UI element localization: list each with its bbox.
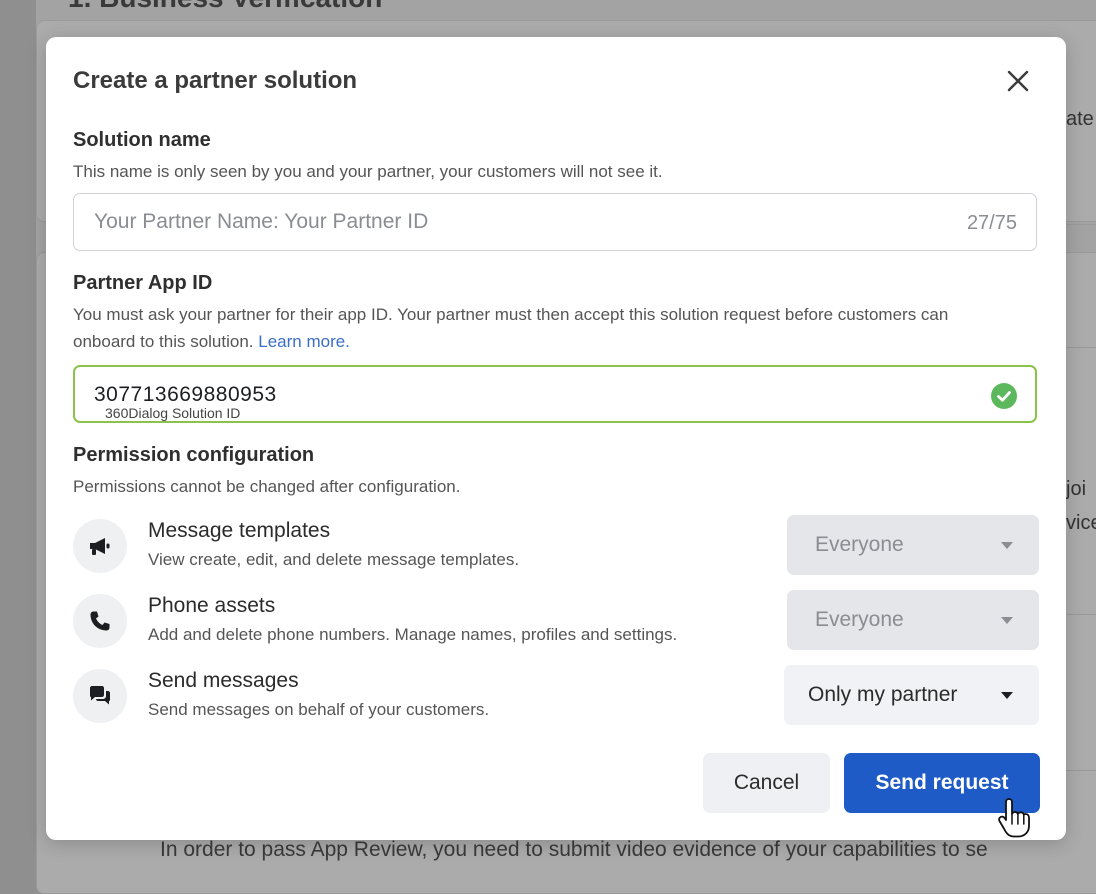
chat-bubbles-icon bbox=[73, 669, 127, 723]
permission-description: View create, edit, and delete message te… bbox=[148, 550, 520, 569]
background-divider bbox=[1066, 224, 1096, 225]
solution-name-description: This name is only seen by you and your p… bbox=[73, 162, 663, 181]
select-value: Only my partner bbox=[808, 683, 958, 706]
close-icon bbox=[1007, 70, 1029, 92]
check-circle-icon bbox=[991, 383, 1017, 409]
select-value: Everyone bbox=[815, 533, 904, 556]
partner-app-id-description-text: You must ask your partner for their app … bbox=[73, 305, 949, 351]
solution-name-placeholder: Your Partner Name: Your Partner ID bbox=[94, 210, 429, 233]
dialog-title: Create a partner solution bbox=[73, 67, 358, 94]
background-divider bbox=[1066, 347, 1096, 348]
permission-row-message-templates: Message templates View create, edit, and… bbox=[73, 515, 1039, 577]
permission-row-send-messages: Send messages Send messages on behalf of… bbox=[73, 665, 1039, 727]
send-messages-select[interactable]: Only my partner bbox=[784, 665, 1039, 725]
background-text-fragment: joi bbox=[1066, 478, 1087, 500]
partner-app-id-label: Partner App ID bbox=[73, 272, 213, 294]
permission-title: Phone assets bbox=[148, 594, 276, 617]
permission-description: Add and delete phone numbers. Manage nam… bbox=[148, 625, 678, 644]
permission-configuration-description: Permissions cannot be changed after conf… bbox=[73, 477, 461, 496]
megaphone-icon bbox=[73, 519, 127, 573]
solution-name-input[interactable]: Your Partner Name: Your Partner ID 27/75 bbox=[73, 193, 1037, 251]
partner-app-id-input[interactable]: 307713669880953 360Dialog Solution ID bbox=[73, 365, 1037, 423]
hand-pointer-cursor-icon bbox=[998, 798, 1030, 838]
create-partner-solution-dialog: Create a partner solution Solution name … bbox=[46, 37, 1066, 840]
background-bottom-text: In order to pass App Review, you need to… bbox=[160, 838, 988, 861]
message-templates-select[interactable]: Everyone bbox=[787, 515, 1039, 575]
character-counter: 27/75 bbox=[966, 212, 1017, 234]
solution-name-label: Solution name bbox=[73, 129, 211, 151]
background-text-fragment: ate bbox=[1066, 108, 1094, 130]
phone-icon bbox=[73, 594, 127, 648]
partner-app-id-annotation: 360Dialog Solution ID bbox=[105, 405, 241, 421]
select-value: Everyone bbox=[815, 608, 904, 631]
caret-down-icon bbox=[1001, 692, 1013, 699]
cancel-button[interactable]: Cancel bbox=[703, 753, 830, 813]
learn-more-link[interactable]: Learn more. bbox=[258, 332, 350, 351]
permission-title: Message templates bbox=[148, 519, 331, 542]
background-text-fragment: vice bbox=[1066, 512, 1096, 534]
background-divider bbox=[1066, 770, 1096, 771]
background-divider bbox=[1066, 614, 1096, 615]
permission-configuration-label: Permission configuration bbox=[73, 444, 315, 466]
permission-title: Send messages bbox=[148, 669, 299, 692]
partner-app-id-description: You must ask your partner for their app … bbox=[73, 301, 1013, 355]
partner-app-id-value: 307713669880953 bbox=[94, 383, 277, 406]
phone-assets-select[interactable]: Everyone bbox=[787, 590, 1039, 650]
background-heading: 1. Business Verification bbox=[68, 0, 382, 14]
caret-down-icon bbox=[1001, 542, 1013, 549]
permission-row-phone-assets: Phone assets Add and delete phone number… bbox=[73, 590, 1039, 652]
caret-down-icon bbox=[1001, 617, 1013, 624]
permission-description: Send messages on behalf of your customer… bbox=[148, 700, 490, 719]
close-button[interactable] bbox=[1002, 65, 1034, 97]
